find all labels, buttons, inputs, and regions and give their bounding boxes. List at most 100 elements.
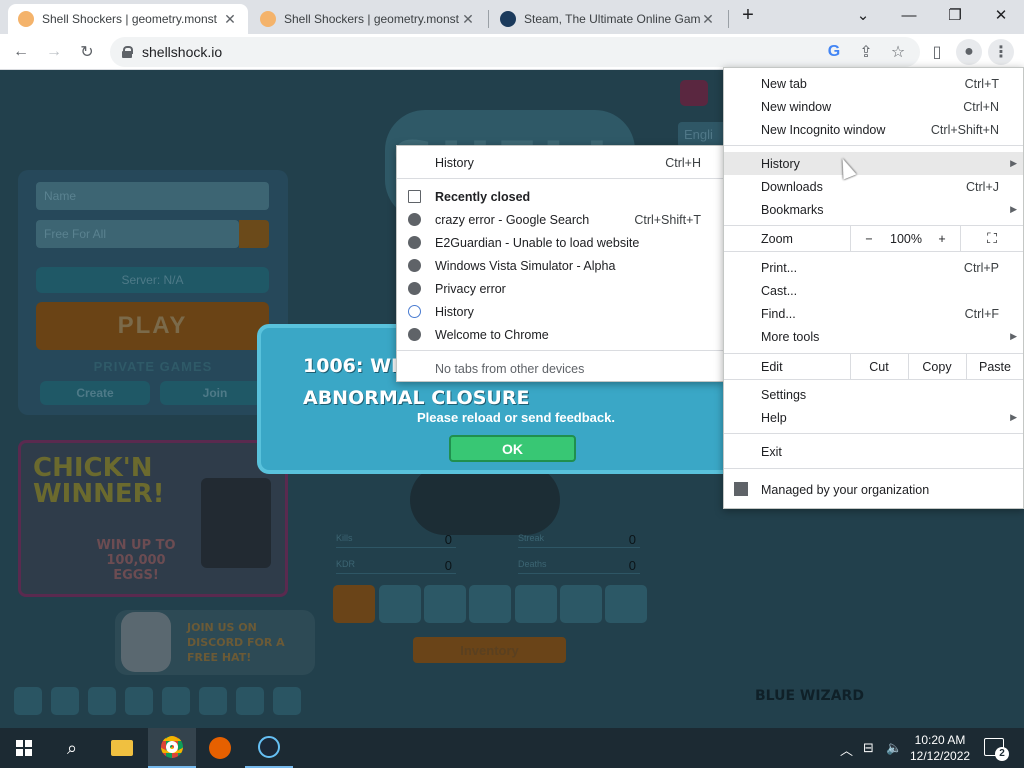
bookmark-star-icon[interactable]: ☆ — [885, 39, 911, 65]
windows-start-icon[interactable] — [0, 728, 48, 768]
social-icon[interactable] — [14, 687, 42, 715]
firefox-icon[interactable] — [196, 728, 244, 768]
back-arrow-icon[interactable]: ← — [8, 39, 34, 65]
reload-icon[interactable]: ↻ — [74, 39, 100, 65]
restore-window-icon[interactable]: ❐ — [932, 0, 978, 30]
recent-item[interactable]: Windows Vista Simulator - Alpha — [397, 254, 723, 277]
tab-shellshockers-2[interactable]: Shell Shockers | geometry.monst ✕ — [250, 4, 486, 34]
globe-icon — [408, 213, 421, 226]
menu-shortcut: Ctrl+F — [964, 306, 999, 321]
tab-shellshockers-1[interactable]: Shell Shockers | geometry.monst ✕ — [8, 4, 248, 34]
stat-label: Streak — [518, 533, 545, 543]
copy-button[interactable]: Copy — [909, 354, 965, 379]
steam-taskbar-icon[interactable] — [245, 728, 293, 768]
menu-label: Find... — [761, 306, 796, 321]
profile-avatar-icon[interactable]: ● — [956, 39, 982, 65]
recent-item-label: Welcome to Chrome — [435, 327, 549, 342]
menu-label: Print... — [761, 260, 798, 275]
notifications-icon[interactable]: 2 — [984, 738, 1009, 761]
weapon-slot[interactable] — [515, 585, 557, 623]
menu-new-window[interactable]: New window Ctrl+N — [724, 95, 1023, 118]
lock-icon[interactable] — [122, 46, 133, 58]
weapon-slot[interactable] — [560, 585, 602, 623]
discord-promo[interactable]: JOIN US ON DISCORD FOR A FREE HAT! — [115, 610, 315, 675]
tab-search-chevron-icon[interactable]: ⌄ — [840, 0, 886, 30]
recent-item[interactable]: E2Guardian - Unable to load website — [397, 231, 723, 254]
join-game-button[interactable]: Join — [160, 381, 270, 405]
new-tab-plus-icon[interactable]: + — [725, 0, 771, 30]
close-tab-icon[interactable]: ✕ — [222, 11, 238, 28]
menu-bookmarks[interactable]: Bookmarks ▶ — [724, 198, 1023, 221]
zoom-in-button[interactable]: + — [928, 226, 956, 251]
weapon-slot[interactable] — [424, 585, 466, 623]
create-game-button[interactable]: Create — [40, 381, 150, 405]
menu-exit[interactable]: Exit — [724, 440, 1023, 463]
paste-button[interactable]: Paste — [967, 354, 1023, 379]
play-button[interactable]: PLAY — [36, 302, 269, 350]
stat-value: 0 — [444, 558, 452, 573]
recent-item[interactable]: Welcome to Chrome — [397, 323, 723, 346]
file-explorer-icon[interactable] — [98, 728, 146, 768]
close-window-icon[interactable]: ✕ — [978, 0, 1024, 30]
side-panel-icon[interactable]: ▯ — [924, 39, 950, 65]
menu-settings[interactable]: Settings — [724, 383, 1023, 406]
tab-steam[interactable]: Steam, The Ultimate Online Gam ✕ — [490, 4, 726, 34]
globe-icon — [408, 236, 421, 249]
google-lens-icon[interactable]: G — [821, 39, 847, 65]
network-icon[interactable]: ⊟ — [863, 740, 874, 756]
cut-button[interactable]: Cut — [851, 354, 907, 379]
menu-help[interactable]: Help ▶ — [724, 406, 1023, 429]
ok-button[interactable]: OK — [449, 435, 576, 462]
chickn-winner-promo[interactable]: CHICK'N WINNER! WIN UP TO 100,000 EGGS! — [18, 440, 288, 597]
url-text[interactable]: shellshock.io — [142, 44, 222, 60]
show-hidden-icons-chevron-icon[interactable]: ︿ — [840, 740, 853, 759]
weapon-slot[interactable] — [379, 585, 421, 623]
menu-more-tools[interactable]: More tools ▶ — [724, 325, 1023, 348]
chrome-taskbar-icon[interactable] — [148, 728, 196, 768]
clock[interactable]: 10:20 AM 12/12/2022 — [910, 732, 970, 764]
game-mode-select[interactable]: Free For All — [36, 220, 239, 248]
menu-print[interactable]: Print... Ctrl+P — [724, 256, 1023, 279]
menu-new-tab[interactable]: New tab Ctrl+T — [724, 72, 1023, 95]
stat-value: 0 — [444, 532, 452, 547]
chrome-menu-kebab-icon[interactable]: ⋮ — [988, 39, 1014, 65]
inventory-button[interactable]: Inventory — [413, 637, 566, 663]
menu-new-incognito-window[interactable]: New Incognito window Ctrl+Shift+N — [724, 118, 1023, 141]
close-tab-icon[interactable]: ✕ — [700, 11, 716, 28]
discord-icon[interactable] — [199, 687, 227, 715]
twitter-icon[interactable] — [88, 687, 116, 715]
instagram-icon[interactable] — [125, 687, 153, 715]
heart-icon[interactable] — [680, 80, 708, 106]
recent-item[interactable]: Privacy error — [397, 277, 723, 300]
tiktok-icon[interactable] — [162, 687, 190, 715]
facebook-icon[interactable] — [51, 687, 79, 715]
weapon-slot-selected[interactable] — [333, 585, 375, 623]
close-tab-icon[interactable]: ✕ — [460, 11, 476, 28]
egg-character-image — [410, 465, 560, 535]
search-icon[interactable]: ⌕ — [48, 728, 96, 768]
forward-arrow-icon[interactable]: → — [41, 39, 67, 65]
telegram-icon[interactable] — [236, 687, 264, 715]
menu-managed-by-org[interactable]: Managed by your organization — [724, 478, 1023, 501]
menu-find[interactable]: Find... Ctrl+F — [724, 302, 1023, 325]
weapon-slot[interactable] — [605, 585, 647, 623]
menu-downloads[interactable]: Downloads Ctrl+J — [724, 175, 1023, 198]
fullscreen-icon[interactable]: ⛶ — [980, 226, 1004, 251]
player-name-input[interactable]: Name — [36, 182, 269, 210]
server-select[interactable]: Server: N/A — [36, 267, 269, 293]
history-menu-item[interactable]: History Ctrl+H — [397, 151, 723, 174]
menu-cast[interactable]: Cast... — [724, 279, 1023, 302]
minimize-window-icon[interactable]: — — [886, 0, 932, 30]
history-shortcut: Ctrl+H — [665, 155, 701, 170]
share-icon[interactable]: ⇪ — [853, 39, 879, 65]
address-bar[interactable]: shellshock.io — [110, 37, 920, 67]
volume-icon[interactable]: 🔈 — [886, 740, 902, 756]
tab-title: Shell Shockers | geometry.monst — [42, 12, 217, 26]
recent-item[interactable]: crazy error - Google Search Ctrl+Shift+T — [397, 208, 723, 231]
recent-item[interactable]: History — [397, 300, 723, 323]
weapon-slot[interactable] — [469, 585, 511, 623]
menu-history[interactable]: History ▶ — [724, 152, 1023, 175]
twitch-icon[interactable] — [273, 687, 301, 715]
zoom-out-button[interactable]: − — [854, 226, 884, 251]
chevron-down-icon[interactable] — [239, 220, 269, 248]
